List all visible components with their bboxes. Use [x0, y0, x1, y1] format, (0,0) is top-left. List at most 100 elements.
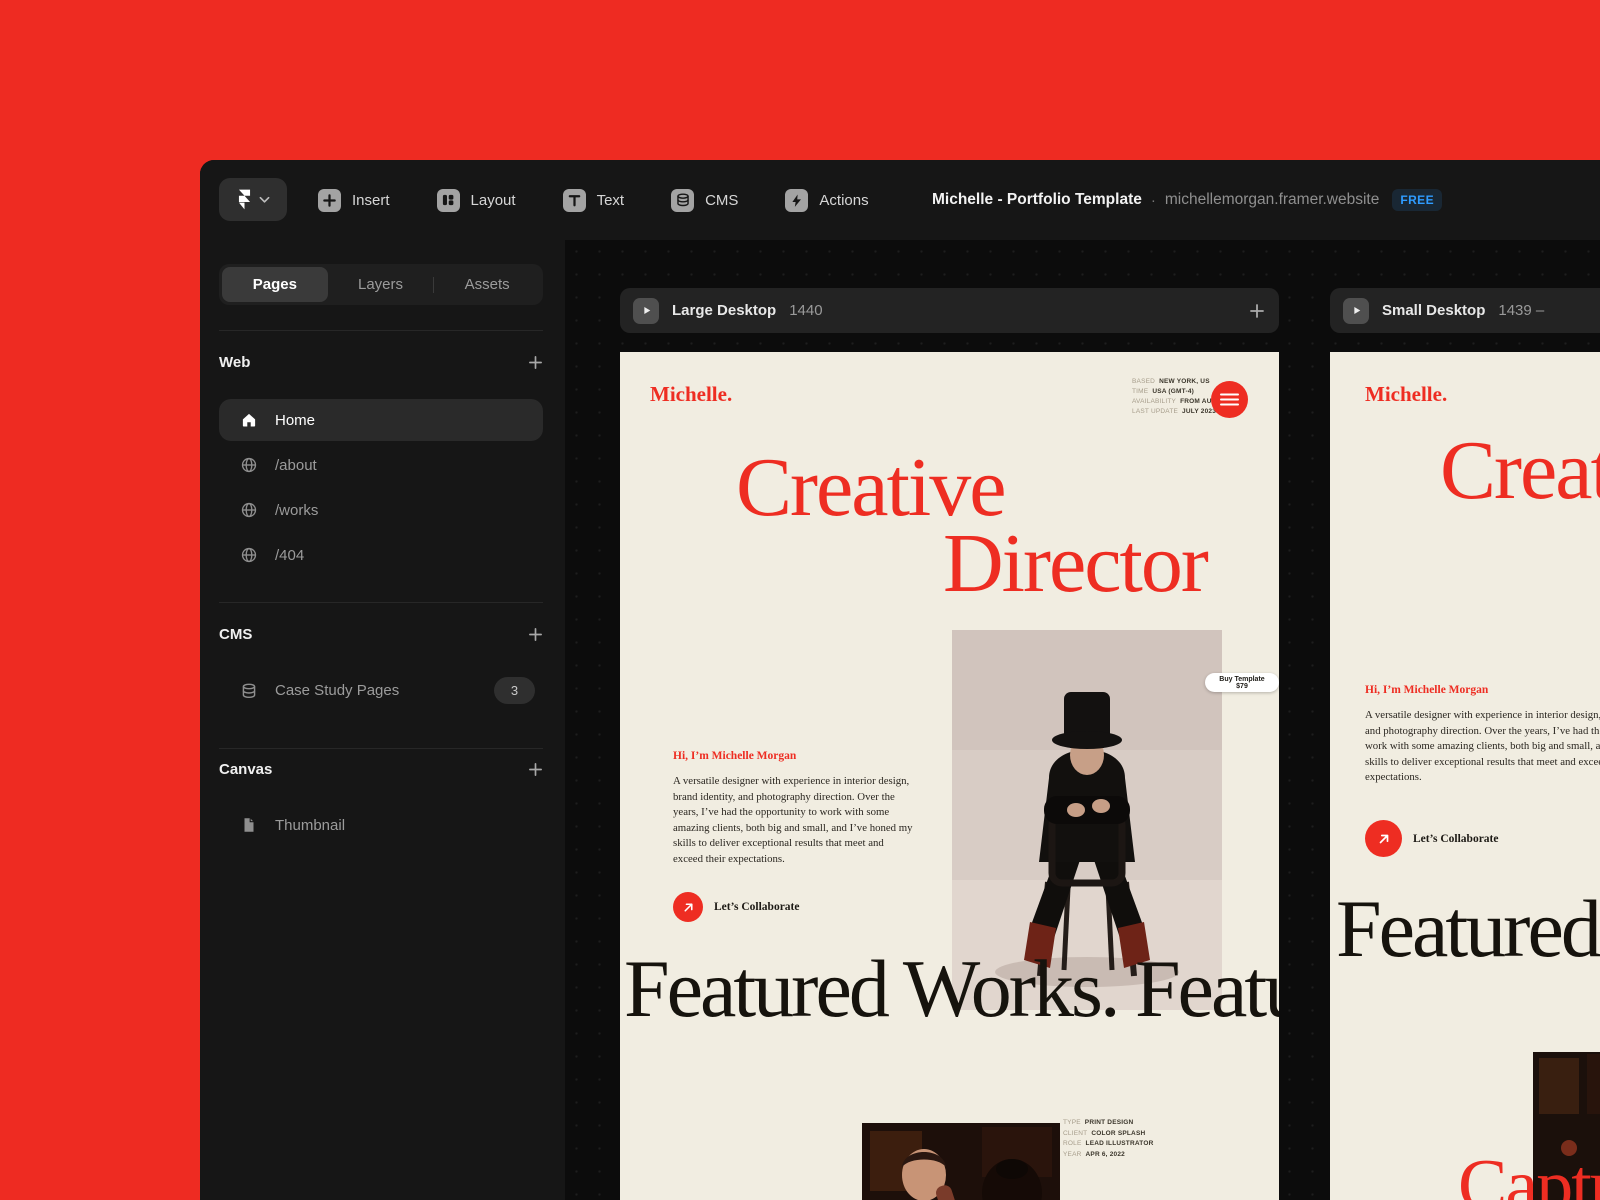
project-meta-line: CLIENT COLOR SPLASH	[1063, 1129, 1154, 1140]
collaborate-button[interactable]: Let’s Collaborate	[1365, 820, 1499, 857]
web-section-title: Web	[219, 354, 250, 371]
page-background: Insert Layout Text	[0, 0, 1600, 1200]
sidebar-tabs: Pages Layers Assets	[219, 264, 543, 305]
tab-layers[interactable]: Layers	[328, 267, 434, 302]
add-breakpoint-button[interactable]	[1249, 303, 1265, 319]
tab-pages[interactable]: Pages	[222, 267, 328, 302]
meta-line: BASED NEW YORK, US	[1132, 377, 1217, 387]
site-meta-block[interactable]: BASED NEW YORK, US TIME USA (GMT-4) AVAI…	[1132, 377, 1217, 417]
sidebar-item-label: Home	[275, 412, 315, 429]
frame-breakpoint: 1439 –	[1498, 302, 1544, 319]
hamburger-menu-button[interactable]	[1211, 381, 1248, 418]
actions-label: Actions	[819, 192, 868, 209]
buy-template-button[interactable]: Buy Template $79	[1205, 673, 1279, 692]
toolbar-buttons: Insert Layout Text	[318, 160, 869, 240]
sidebar-item-label: /about	[275, 457, 317, 474]
project-meta-block[interactable]: TYPE PRINT DESIGN CLIENT COLOR SPLASH RO…	[1063, 1118, 1154, 1160]
web-section-header: Web	[219, 350, 543, 374]
featured-works-marquee[interactable]: Featured Works. Featured Works.	[624, 948, 1279, 1030]
chevron-down-icon	[259, 196, 270, 204]
plus-square-icon	[318, 189, 341, 212]
canvas-section-title: Canvas	[219, 761, 272, 778]
tab-assets[interactable]: Assets	[434, 267, 540, 302]
free-badge: FREE	[1392, 189, 1442, 211]
sidebar-divider	[219, 330, 543, 331]
sidebar-item-404[interactable]: /404	[219, 534, 543, 576]
frame-name[interactable]: Small Desktop	[1382, 302, 1485, 319]
file-icon	[240, 816, 260, 834]
arrow-up-right-icon	[1365, 820, 1402, 857]
hero-heading-line2[interactable]: Director	[943, 522, 1207, 606]
frame-header-small-desktop[interactable]: Small Desktop 1439 –	[1330, 288, 1600, 333]
frame-canvas-small-desktop[interactable]: Michelle. Creative Hi, I’m Michelle Morg…	[1330, 352, 1600, 1200]
layout-button[interactable]: Layout	[437, 189, 516, 212]
collection-count-badge: 3	[494, 677, 535, 704]
text-button[interactable]: Text	[563, 189, 625, 212]
project-meta-line: TYPE PRINT DESIGN	[1063, 1118, 1154, 1129]
project-title-area: Michelle - Portfolio Template · michelle…	[932, 160, 1442, 240]
hero-heading-line1[interactable]: Creative	[1440, 429, 1600, 513]
globe-icon	[240, 546, 260, 564]
meta-line: LAST UPDATE JULY 2023	[1132, 407, 1217, 417]
sidebar-item-home[interactable]: Home	[219, 399, 543, 441]
meta-line: AVAILABILITY FROM AUG	[1132, 397, 1217, 407]
add-page-button[interactable]	[528, 355, 543, 370]
title-separator: ·	[1151, 192, 1156, 209]
cms-label: CMS	[705, 192, 738, 209]
collaborate-label: Let’s Collaborate	[714, 901, 800, 913]
frame-canvas-large-desktop[interactable]: Michelle. BASED NEW YORK, US TIME USA (G…	[620, 352, 1279, 1200]
sidebar-item-case-study-pages[interactable]: Case Study Pages 3	[219, 668, 543, 713]
lightning-icon	[785, 189, 808, 212]
site-logo[interactable]: Michelle.	[1365, 382, 1447, 407]
cms-section-header: CMS	[219, 622, 543, 646]
layout-columns-icon	[437, 189, 460, 212]
intro-heading[interactable]: Hi, I’m Michelle Morgan	[1365, 684, 1488, 696]
globe-icon	[240, 501, 260, 519]
cms-section-title: CMS	[219, 626, 252, 643]
sidebar-divider	[219, 748, 543, 749]
insert-label: Insert	[352, 192, 390, 209]
intro-heading[interactable]: Hi, I’m Michelle Morgan	[673, 750, 796, 762]
sidebar-item-label: /works	[275, 502, 318, 519]
preview-play-icon[interactable]	[633, 298, 659, 324]
add-collection-button[interactable]	[528, 627, 543, 642]
intro-paragraph[interactable]: A versatile designer with experience in …	[673, 774, 915, 867]
collaborate-button[interactable]: Let’s Collaborate	[673, 892, 800, 922]
captured-heading[interactable]: Captured	[1458, 1149, 1600, 1200]
featured-works-marquee[interactable]: Featured Works. Featured Works.	[1336, 888, 1600, 970]
sidebar-item-label: Thumbnail	[275, 817, 345, 834]
site-logo[interactable]: Michelle.	[650, 382, 732, 407]
actions-button[interactable]: Actions	[785, 189, 868, 212]
framer-menu-button[interactable]	[219, 178, 287, 221]
text-t-icon	[563, 189, 586, 212]
sidebar-item-thumbnail[interactable]: Thumbnail	[219, 804, 543, 846]
canvas-section-header: Canvas	[219, 757, 543, 781]
toolbar: Insert Layout Text	[200, 160, 1600, 240]
project-meta-line: ROLE LEAD ILLUSTRATOR	[1063, 1139, 1154, 1150]
preview-play-icon[interactable]	[1343, 298, 1369, 324]
database-icon	[671, 189, 694, 212]
database-icon	[240, 682, 260, 700]
project-url[interactable]: michellemorgan.framer.website	[1165, 191, 1380, 209]
intro-paragraph[interactable]: A versatile designer with experience in …	[1365, 708, 1600, 786]
cms-button[interactable]: CMS	[671, 189, 738, 212]
sidebar: Pages Layers Assets Web Home	[200, 240, 565, 1200]
hamburger-icon	[1220, 393, 1239, 406]
frame-name[interactable]: Large Desktop	[672, 302, 776, 319]
sidebar-item-label: /404	[275, 547, 304, 564]
sidebar-divider	[219, 602, 543, 603]
home-icon	[240, 411, 260, 429]
meta-line: TIME USA (GMT-4)	[1132, 387, 1217, 397]
sidebar-item-about[interactable]: /about	[219, 444, 543, 486]
text-label: Text	[597, 192, 625, 209]
canvas-area[interactable]: Large Desktop 1440 Michelle. BASED NEW Y…	[565, 240, 1600, 1200]
sidebar-item-works[interactable]: /works	[219, 489, 543, 531]
add-canvas-page-button[interactable]	[528, 762, 543, 777]
sidebar-item-label: Case Study Pages	[275, 682, 399, 699]
frame-header-large-desktop[interactable]: Large Desktop 1440	[620, 288, 1279, 333]
collaborate-label: Let’s Collaborate	[1413, 833, 1499, 845]
project-photo[interactable]	[862, 1123, 1060, 1200]
app-window: Insert Layout Text	[200, 160, 1600, 1200]
globe-icon	[240, 456, 260, 474]
insert-button[interactable]: Insert	[318, 189, 390, 212]
